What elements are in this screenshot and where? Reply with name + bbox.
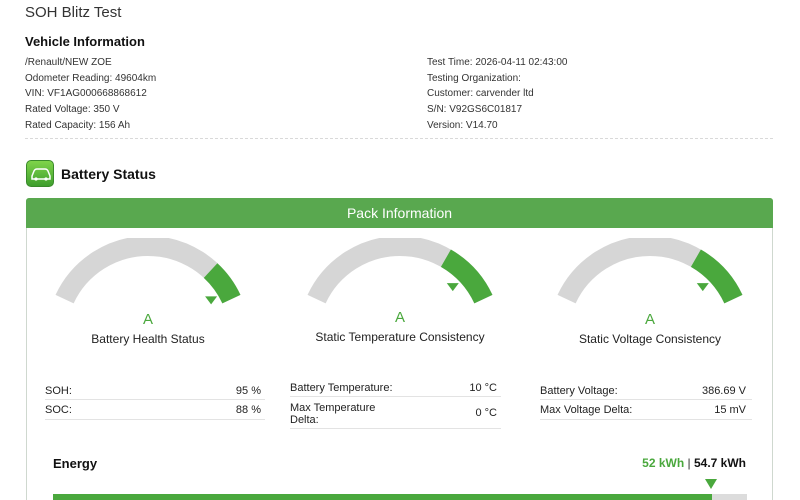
vehicle-info-heading: Vehicle Information bbox=[25, 34, 145, 49]
energy-total: 54.7 kWh bbox=[693, 456, 746, 470]
rated-voltage: Rated Voltage: 350 V bbox=[25, 104, 120, 116]
software-version: Version: V14.70 bbox=[427, 119, 498, 131]
metric-row-battery-voltage: Battery Voltage: 386.69 V bbox=[540, 380, 752, 400]
gauge-fill bbox=[440, 249, 493, 304]
testing-organization: Testing Organization: bbox=[427, 72, 521, 84]
metric-row-max-voltage-delta: Max Voltage Delta: 15 mV bbox=[540, 400, 752, 420]
energy-separator: | bbox=[687, 456, 691, 470]
metric-label: SOC: bbox=[45, 404, 72, 416]
test-time: Test Time: 2026-04-11 02:43:00 bbox=[427, 57, 568, 68]
gauge-label: Battery Health Status bbox=[91, 332, 205, 346]
energy-bar bbox=[53, 494, 747, 500]
gauge-label: Static Temperature Consistency bbox=[315, 330, 485, 344]
energy-values: 52 kWh | 54.7 kWh bbox=[642, 456, 746, 470]
section-divider bbox=[25, 138, 773, 139]
energy-marker bbox=[705, 479, 717, 489]
energy-label: Energy bbox=[53, 456, 98, 471]
gauge-track bbox=[55, 238, 241, 304]
odometer-reading: Odometer Reading: 49604km bbox=[25, 72, 157, 84]
serial-number: S/N: V92GS6C01817 bbox=[427, 104, 523, 116]
energy-bar-fill bbox=[53, 494, 713, 500]
metric-label: Battery Temperature: bbox=[290, 382, 393, 394]
vehicle-info-right: Test Time: 2026-04-11 02:43:00 Testing O… bbox=[427, 55, 567, 133]
temperature-metrics: Battery Temperature: 10 °C Max Temperatu… bbox=[290, 377, 501, 429]
energy-current: 52 kWh bbox=[642, 456, 685, 470]
metric-label: Max Voltage Delta: bbox=[540, 404, 633, 416]
metric-label: SOH: bbox=[45, 385, 72, 397]
gauge-battery-health: A Battery Health Status bbox=[33, 238, 263, 358]
metric-value: 15 mV bbox=[714, 404, 746, 416]
vin: VIN: VF1AG000668868612 bbox=[25, 88, 147, 100]
metric-value: 88 % bbox=[235, 404, 261, 416]
gauge-pointer bbox=[446, 283, 459, 292]
voltage-metrics: Battery Voltage: 386.69 V Max Voltage De… bbox=[540, 380, 752, 420]
gauge-label: Static Voltage Consistency bbox=[578, 332, 722, 346]
vehicle-model: /Renault/NEW ZOE bbox=[25, 57, 112, 68]
battery-health-metrics: SOH: 95 % SOC: 88 % bbox=[45, 380, 265, 420]
metric-value: 386.69 V bbox=[701, 385, 746, 397]
report-title: SOH Blitz Test bbox=[25, 4, 122, 21]
gauge-voltage-consistency: A Static Voltage Consistency bbox=[535, 238, 765, 358]
gauge-grade: A bbox=[644, 311, 655, 328]
pack-information-header: Pack Information bbox=[26, 198, 773, 228]
metric-label: Max Temperature Delta: bbox=[290, 402, 376, 426]
gauge-grade: A bbox=[142, 311, 153, 328]
gauge-grade: A bbox=[394, 309, 405, 326]
metric-row-soc: SOC: 88 % bbox=[45, 400, 265, 420]
metric-row-soh: SOH: 95 % bbox=[45, 380, 265, 400]
vehicle-info-left: /Renault/NEW ZOE Odometer Reading: 49604… bbox=[25, 55, 156, 133]
metric-row-max-temperature-delta: Max Temperature Delta: 0 °C bbox=[290, 397, 501, 429]
gauge-temperature-consistency: A Static Temperature Consistency bbox=[285, 238, 515, 358]
metric-value: 95 % bbox=[235, 385, 261, 397]
gauge-pointer bbox=[696, 283, 709, 292]
metric-row-battery-temperature: Battery Temperature: 10 °C bbox=[290, 377, 501, 397]
battery-status-heading: Battery Status bbox=[61, 166, 156, 182]
metric-value: 0 °C bbox=[475, 407, 497, 419]
rated-capacity: Rated Capacity: 156 Ah bbox=[25, 119, 131, 131]
customer: Customer: carvender ltd bbox=[427, 88, 534, 100]
metric-value: 10 °C bbox=[469, 382, 497, 394]
gauge-fill bbox=[203, 263, 241, 304]
battery-car-icon bbox=[26, 160, 54, 187]
metric-label: Battery Voltage: bbox=[540, 385, 618, 397]
gauge-pointer bbox=[205, 296, 218, 305]
gauge-fill bbox=[690, 249, 743, 304]
